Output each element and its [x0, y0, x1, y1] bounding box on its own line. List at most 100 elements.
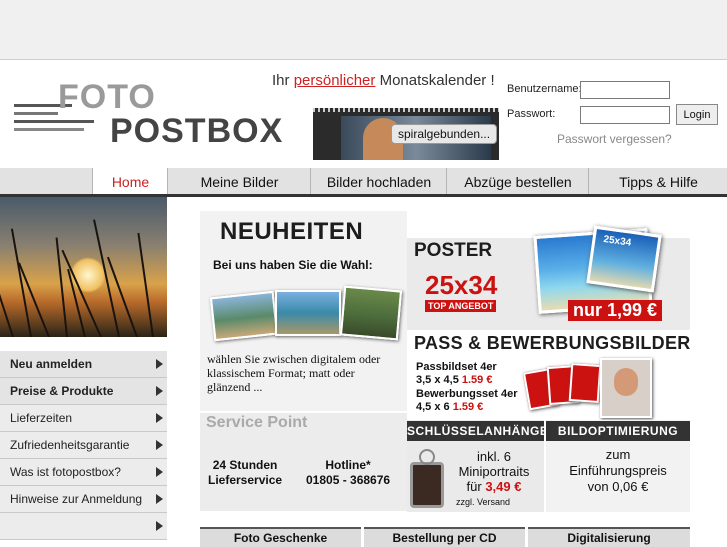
- poster-price: nur 1,99 €: [568, 300, 663, 321]
- sunset-grass-photo: [0, 197, 167, 337]
- keychain-price: 3,49 €: [485, 479, 522, 494]
- pass-line-2: 3,5 x 4,5 1.59 €: [416, 374, 492, 386]
- pass-price-1: 1.59 €: [461, 374, 493, 386]
- logo-speed-line: [14, 120, 94, 123]
- portrait-head: [614, 368, 638, 396]
- neuheiten-text: wählen Sie zwischen digitalem oder klass…: [207, 352, 381, 394]
- delivery-line-1: 24 Stunden: [212, 458, 278, 472]
- optimize-line-3: von 0,06 €: [587, 479, 649, 494]
- sidebar-menu: Neu anmelden Preise & Produkte Lieferzei…: [0, 351, 167, 540]
- chevron-right-icon: [156, 467, 163, 477]
- sidebar-item-label: Was ist fotopostbox?: [10, 465, 121, 479]
- chevron-right-icon: [156, 386, 163, 396]
- sidebar-item-preise-produkte[interactable]: Preise & Produkte: [0, 378, 167, 405]
- nav-bilder-hochladen[interactable]: Bilder hochladen: [310, 168, 447, 194]
- poster-beach-photo-small: 25x34: [586, 225, 662, 293]
- promo-prefix: Ihr: [272, 72, 294, 89]
- password-label: Passwort:: [507, 108, 556, 120]
- sun: [70, 257, 106, 293]
- tab-digitalisierung[interactable]: Digitalisierung: [528, 527, 690, 547]
- tab-bestellung-per-cd[interactable]: Bestellung per CD: [364, 527, 525, 547]
- pass-title: PASS & BEWERBUNGSBILDER: [414, 333, 691, 353]
- poster-title: POSTER: [414, 240, 493, 261]
- pass-size-2: 4,5 x 6: [416, 401, 453, 413]
- poster-image-label: 25x34: [602, 234, 632, 249]
- pass-size-1: 3,5 x 4,5: [416, 374, 462, 386]
- chevron-right-icon: [156, 521, 163, 531]
- keychain-line-1: inkl. 6: [477, 449, 511, 464]
- promo-suffix: Monatskalender !: [375, 72, 495, 89]
- tab-foto-geschenke[interactable]: Foto Geschenke: [200, 527, 361, 547]
- pass-line-3: Bewerbungsset 4er: [416, 388, 518, 400]
- keychain-price-prefix: für: [466, 479, 486, 494]
- sidebar-item-label: Hinweise zur Anmeldung: [10, 492, 143, 506]
- neuheiten-title: NEUHEITEN: [220, 218, 364, 245]
- logo-text-postbox: POSTBOX: [110, 112, 284, 150]
- top-offer-badge: TOP ANGEBOT: [425, 300, 497, 312]
- logo-speed-line: [14, 112, 58, 115]
- sidebar-item-lieferzeiten[interactable]: Lieferzeiten: [0, 405, 167, 432]
- image-optimization-title: BILDOPTIMIERUNG: [546, 421, 690, 441]
- nav-tipps-hilfe[interactable]: Tipps & Hilfe: [588, 168, 727, 194]
- pass-line-4: 4,5 x 6 1.59 €: [416, 401, 483, 413]
- nav-abzuege-bestellen[interactable]: Abzüge bestellen: [446, 168, 589, 194]
- poster-size: 25x34: [425, 270, 498, 300]
- chevron-right-icon: [156, 413, 163, 423]
- chevron-right-icon: [156, 359, 163, 369]
- shipping-note: zzgl. Versand: [456, 497, 511, 507]
- chevron-right-icon: [156, 440, 163, 450]
- sidebar-item-hinweise-anmeldung[interactable]: Hinweise zur Anmeldung: [0, 486, 167, 513]
- photo-thumbnail: [209, 290, 279, 342]
- service-point-title: Service Point: [206, 414, 308, 431]
- username-input[interactable]: [580, 81, 670, 99]
- calendar-promo-title[interactable]: Ihr persönlicher Monatskalender !: [272, 72, 495, 89]
- username-label: Benutzername:: [507, 83, 582, 95]
- grass-blade: [10, 228, 32, 337]
- image-optimization-text: zum Einführungspreis von 0,06 €: [552, 447, 684, 495]
- key-ring-icon: [419, 449, 435, 465]
- main-navigation: Home Meine Bilder Bilder hochladen Abzüg…: [0, 168, 727, 197]
- logo-speed-line: [14, 128, 84, 131]
- nav-meine-bilder[interactable]: Meine Bilder: [167, 168, 311, 194]
- promo-highlight: persönlicher: [293, 72, 376, 89]
- pass-price-2: 1.59 €: [452, 401, 484, 413]
- photo-thumbnail: [339, 285, 403, 341]
- calendar-spiral: [313, 108, 499, 112]
- sidebar-item-empty[interactable]: [0, 513, 167, 540]
- photo-thumbnail: [275, 290, 341, 336]
- calendar-promo-image[interactable]: spiralgebunden...: [313, 108, 499, 160]
- sidebar-item-zufriedenheitsgarantie[interactable]: Zufriedenheitsgarantie: [0, 432, 167, 459]
- sidebar-item-label: Neu anmelden: [10, 357, 93, 371]
- sidebar-item-label: Preise & Produkte: [10, 384, 114, 398]
- fotopostbox-logo[interactable]: FOTO POSTBOX: [14, 78, 282, 152]
- pass-line-1: Passbildset 4er: [416, 361, 497, 373]
- hotline-number: 01805 - 368676: [306, 473, 391, 487]
- sidebar-item-was-ist-fotopostbox[interactable]: Was ist fotopostbox?: [0, 459, 167, 486]
- hotline-text: Hotline* 01805 - 368676: [306, 458, 390, 488]
- optimize-line-1: zum: [605, 447, 631, 462]
- hotline-label: Hotline*: [325, 458, 371, 472]
- browser-top-area: [0, 0, 727, 59]
- keychain-text: inkl. 6 Miniportraits für 3,49 €: [446, 449, 542, 494]
- passport-photo-card: [568, 362, 602, 404]
- calendar-tag: spiralgebunden...: [391, 124, 498, 144]
- sidebar-item-label: Zufriedenheitsgarantie: [10, 438, 130, 452]
- neuheiten-subtitle: Bei uns haben Sie die Wahl:: [213, 258, 373, 272]
- keychain-title: SCHLÜSSELANHÄNGER: [407, 421, 557, 441]
- application-photo: [600, 358, 652, 418]
- sidebar-item-label: Lieferzeiten: [10, 411, 73, 425]
- forgot-password-link[interactable]: Passwort vergessen?: [557, 132, 672, 146]
- grass-blade: [0, 251, 14, 337]
- chevron-right-icon: [156, 494, 163, 504]
- grass-blade: [137, 232, 154, 337]
- sidebar-item-neu-anmelden[interactable]: Neu anmelden: [0, 351, 167, 378]
- delivery-line-2: Lieferservice: [208, 473, 283, 487]
- optimize-line-2: Einführungspreis: [569, 463, 667, 478]
- keychain-line-2: Miniportraits: [458, 464, 530, 479]
- nav-home[interactable]: Home: [92, 168, 168, 194]
- keychain-image: [410, 449, 444, 508]
- keychain-line-3: für 3,49 €: [446, 479, 542, 494]
- delivery-service-text: 24 Stunden Lieferservice: [208, 458, 282, 488]
- password-input[interactable]: [580, 106, 670, 124]
- login-button[interactable]: Login: [676, 104, 718, 125]
